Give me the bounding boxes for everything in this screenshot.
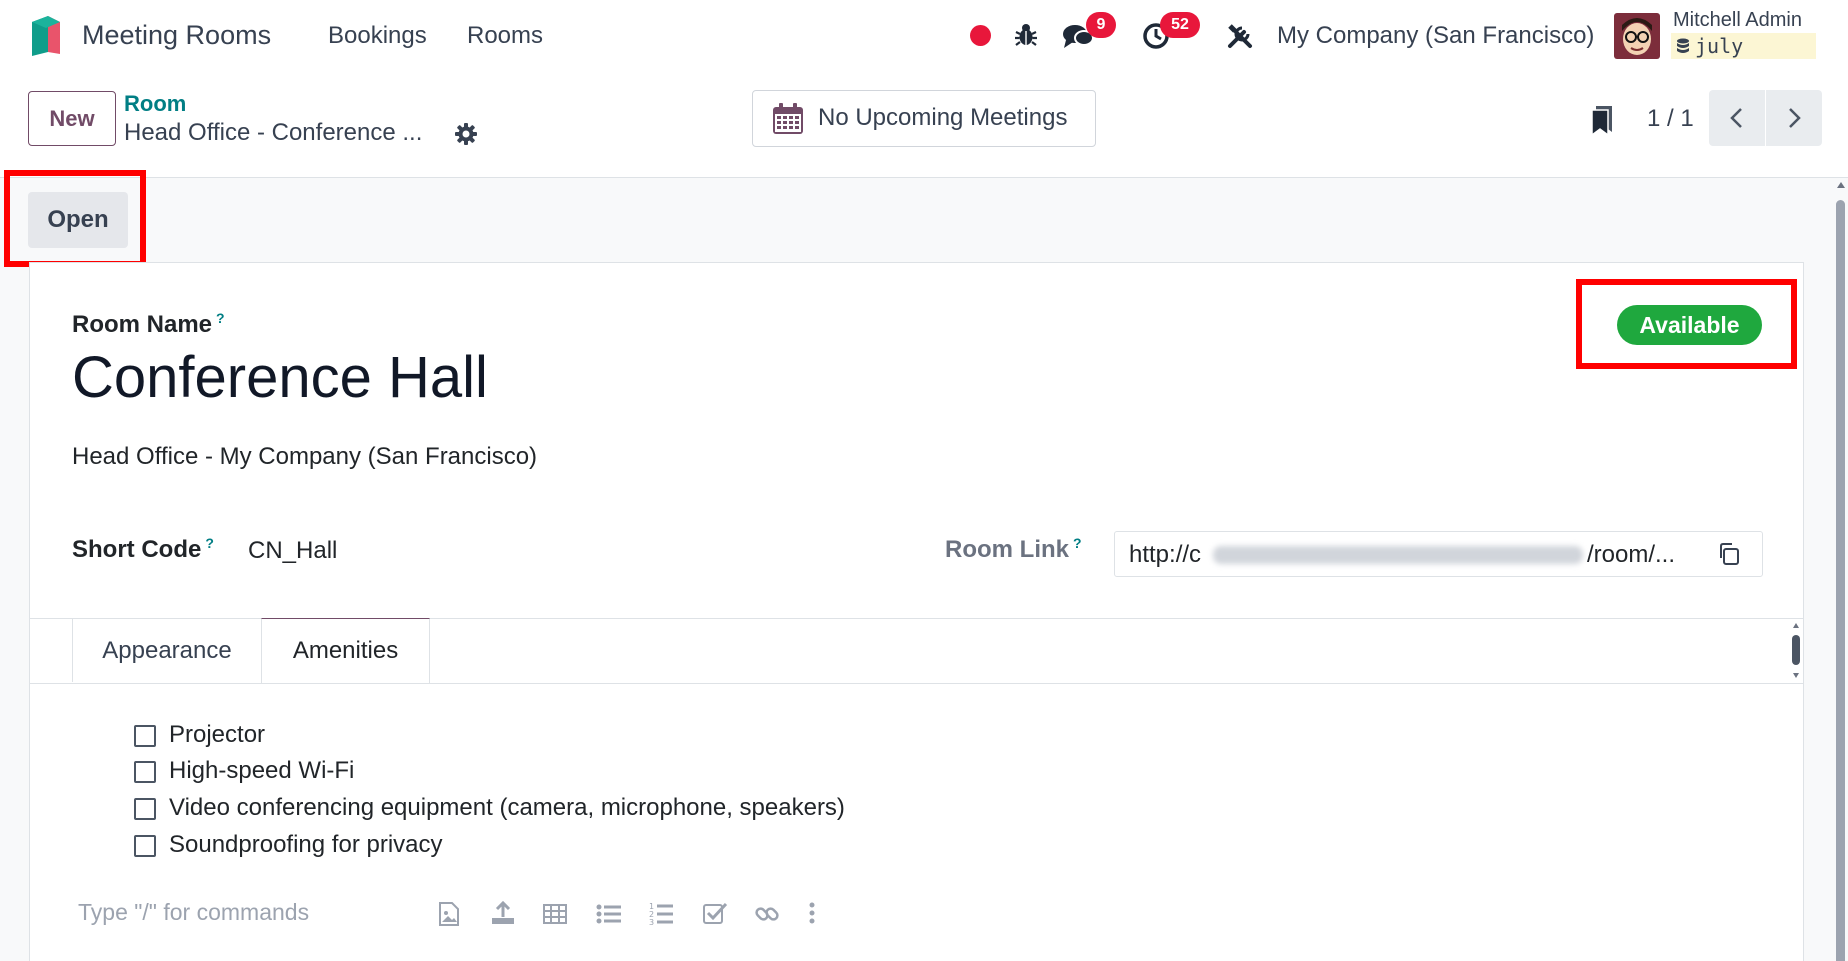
room-name-help-icon[interactable]: ? [216, 310, 225, 326]
editor-placeholder[interactable]: Type "/" for commands [78, 899, 309, 926]
user-avatar[interactable] [1614, 13, 1660, 59]
tabs-underline [30, 683, 1803, 684]
scroll-thumb[interactable] [1792, 635, 1800, 665]
form-sheet: Available Room Name? Conference Hall Hea… [29, 262, 1804, 961]
breadcrumb-room-link[interactable]: Room [124, 91, 186, 117]
bookmark-icon[interactable] [1590, 104, 1616, 136]
short-code-value[interactable]: CN_Hall [248, 537, 337, 565]
room-link-field[interactable]: http://c /room/... [1114, 531, 1763, 577]
pager-value[interactable]: 1 / 1 [1647, 105, 1694, 133]
tab-amenities[interactable]: Amenities [261, 618, 430, 684]
chevron-left-icon [1730, 108, 1742, 128]
upcoming-meetings-button[interactable]: No Upcoming Meetings [752, 90, 1096, 147]
recording-dot-icon[interactable] [970, 25, 991, 46]
activities-badge: 52 [1160, 12, 1200, 38]
room-link-help-icon[interactable]: ? [1073, 535, 1082, 551]
scroll-up-arrow[interactable] [1793, 623, 1799, 628]
tab-scrollbar[interactable] [1791, 623, 1801, 683]
chevron-right-icon [1789, 108, 1801, 128]
svg-text:3: 3 [649, 918, 654, 927]
messages-badge: 9 [1086, 12, 1116, 38]
room-link-label-text: Room Link [945, 536, 1069, 563]
upload-icon[interactable] [490, 901, 516, 925]
room-link-prefix: http://c [1129, 541, 1202, 568]
short-code-help-icon[interactable]: ? [205, 535, 214, 551]
short-code-label-text: Short Code [72, 536, 202, 563]
company-switcher[interactable]: My Company (San Francisco) [1277, 22, 1594, 50]
page-scrollbar[interactable] [1833, 178, 1848, 961]
amenity-checkbox[interactable] [134, 835, 156, 857]
pager-next-button[interactable] [1766, 90, 1822, 146]
database-chip: july [1671, 33, 1816, 59]
breadcrumb-current: Head Office - Conference ... [124, 119, 423, 146]
numbered-list-icon[interactable]: 1 2 3 [648, 901, 674, 927]
user-name[interactable]: Mitchell Admin [1673, 8, 1802, 32]
amenity-checkbox[interactable] [134, 761, 156, 783]
menu-bookings[interactable]: Bookings [328, 22, 427, 50]
checklist-icon[interactable] [702, 901, 728, 925]
short-code-label: Short Code? [72, 535, 214, 564]
pager-previous-button[interactable] [1709, 90, 1765, 146]
amenity-label: Video conferencing equipment (camera, mi… [169, 794, 845, 821]
link-icon[interactable] [754, 901, 780, 927]
control-panel: New Room Head Office - Conference ... No… [0, 72, 1848, 178]
amenity-label: High-speed Wi-Fi [169, 757, 355, 784]
highlight-status [1576, 279, 1797, 369]
room-name-label-text: Room Name [72, 311, 213, 338]
room-link-blurred [1213, 546, 1583, 564]
amenity-checkbox[interactable] [134, 798, 156, 820]
calendar-icon [773, 103, 803, 134]
gear-icon[interactable] [454, 122, 478, 146]
office-value[interactable]: Head Office - My Company (San Francisco) [72, 443, 537, 471]
bullet-list-icon[interactable] [596, 903, 622, 925]
highlight-open [4, 170, 146, 267]
database-name: july [1695, 34, 1744, 58]
app-title[interactable]: Meeting Rooms [82, 21, 271, 49]
upcoming-meetings-label: No Upcoming Meetings [818, 104, 1068, 131]
room-link-suffix: /room/... [1587, 541, 1676, 568]
top-navbar: Meeting Rooms Bookings Rooms 9 52 My Com… [0, 0, 1848, 72]
image-icon[interactable] [438, 901, 460, 927]
room-name-label: Room Name? [72, 310, 225, 339]
tools-icon[interactable] [1226, 22, 1254, 50]
app-logo-icon[interactable] [28, 14, 64, 58]
page-scroll-thumb[interactable] [1836, 200, 1845, 961]
amenity-checkbox[interactable] [134, 725, 156, 747]
bug-icon[interactable] [1014, 22, 1038, 48]
new-button[interactable]: New [28, 91, 116, 146]
copy-icon[interactable] [1717, 542, 1741, 566]
table-icon[interactable] [542, 903, 568, 925]
more-options-icon[interactable] [808, 901, 816, 927]
tab-appearance[interactable]: Appearance [72, 618, 262, 682]
menu-rooms[interactable]: Rooms [467, 22, 543, 50]
room-name-value[interactable]: Conference Hall [72, 343, 488, 413]
scroll-down-arrow[interactable] [1793, 673, 1799, 678]
amenity-label: Soundproofing for privacy [169, 831, 443, 858]
amenity-label: Projector [169, 721, 266, 748]
room-link-label: Room Link? [945, 535, 1082, 564]
database-icon [1677, 38, 1689, 53]
page-scroll-up-arrow[interactable] [1837, 182, 1845, 188]
